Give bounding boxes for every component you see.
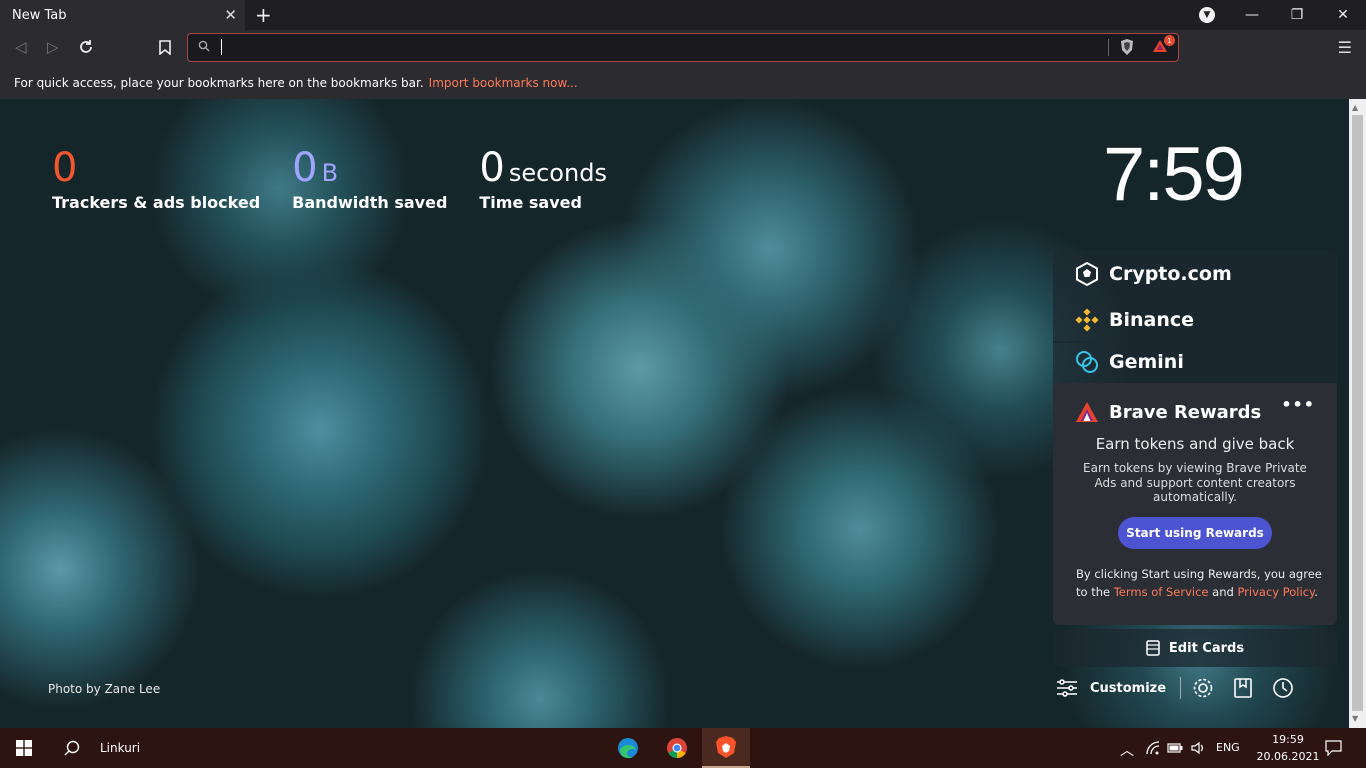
volume-icon[interactable] [1190,740,1206,756]
tab-new-tab[interactable]: New Tab ✕ [0,0,245,30]
language-indicator[interactable]: ENG [1216,741,1240,754]
stat-unit: seconds [508,159,607,187]
stat-unit: B [321,159,339,187]
tab-title: New Tab [12,7,67,23]
edit-cards-icon [1146,640,1160,656]
browser-toolbar: ◁ ▷ 1 ☰ [0,30,1366,66]
edge-icon [618,738,638,759]
text-caret [221,39,222,55]
menu-icon[interactable]: ☰ [1338,38,1352,57]
maximize-button[interactable]: ❐ [1274,0,1320,30]
battery-icon[interactable] [1167,741,1183,754]
brave-shields-icon[interactable] [1119,38,1135,56]
minimize-button[interactable]: — [1229,0,1275,30]
reload-icon[interactable] [78,39,94,55]
stat-label: Trackers & ads blocked [52,193,261,212]
new-tab-page: 0 Trackers & ads blocked 0B Bandwidth sa… [0,99,1349,728]
address-input[interactable] [220,37,1080,57]
search-icon [64,740,80,756]
windows-logo-icon [16,740,32,756]
wifi-icon[interactable] [1145,741,1161,755]
stat-value: 0 [52,145,78,191]
scroll-down-icon[interactable]: ▼ [1352,714,1358,723]
divider [1180,677,1182,699]
close-window-button[interactable]: ✕ [1320,0,1366,30]
edit-cards-button[interactable]: Edit Cards [1053,629,1337,667]
brave-rewards-card: Brave Rewards ••• Earn tokens and give b… [1053,383,1337,625]
taskbar-edge[interactable] [604,728,652,768]
taskbar-search-label: Linkuri [100,741,141,755]
edit-cards-label: Edit Cards [1168,640,1245,656]
bookmarks-bar: For quick access, place your bookmarks h… [0,66,1366,99]
divider [1108,39,1109,56]
forward-icon[interactable]: ▷ [47,38,59,56]
terms-of-service-link[interactable]: Terms of Service [1114,585,1209,599]
start-button[interactable] [0,728,48,768]
back-icon[interactable]: ◁ [15,38,27,56]
search-icon [198,40,210,52]
stat-label: Time saved [479,193,582,212]
rewards-title: Brave Rewards [1109,401,1262,423]
scroll-up-icon[interactable]: ▲ [1352,103,1358,112]
stat-time: 0 seconds Time saved [479,145,607,212]
address-bar[interactable]: 1 [187,33,1179,62]
stat-value: 0 [292,145,318,191]
windows-taskbar: Linkuri ︿ ENG 19:59 20.06.2021 [0,728,1366,768]
rewards-subtitle: Earn tokens and give back [1095,435,1295,453]
notifications-icon[interactable] [1325,740,1342,756]
gemini-widget[interactable]: Gemini [1053,341,1337,383]
taskbar-date[interactable]: 20.06.2021 [1253,750,1323,763]
settings-gear-icon[interactable] [1191,676,1215,700]
stats-panel: 0 Trackers & ads blocked 0B Bandwidth sa… [52,145,639,212]
gemini-icon [1076,351,1098,373]
crypto-com-widget[interactable]: Crypto.com [1053,251,1337,297]
start-using-rewards-button[interactable]: Start using Rewards [1118,517,1272,549]
binance-label: Binance [1109,309,1195,331]
brave-icon [716,736,736,758]
bottom-tools: Customize [1053,675,1343,701]
rewards-header: Brave Rewards [1075,401,1261,423]
terms-and: and [1208,585,1238,599]
stat-label: Bandwidth saved [292,193,448,212]
taskbar-brave[interactable] [702,728,750,768]
photo-credit[interactable]: Photo by Zane Lee [48,682,160,696]
customize-button[interactable]: Customize [1090,681,1166,696]
title-bar: New Tab ✕ + ▼ — ❐ ✕ [0,0,1366,30]
stat-value: 0 [479,145,505,191]
brave-rewards-logo-icon [1076,402,1098,422]
rewards-badge: 1 [1164,35,1175,46]
clock: 7:59 [1103,132,1245,217]
bookmarks-message: For quick access, place your bookmarks h… [14,75,424,90]
stat-bandwidth: 0B Bandwidth saved [292,145,447,212]
tray-chevron-icon[interactable]: ︿ [1120,740,1134,760]
stat-trackers: 0 Trackers & ads blocked [52,145,260,212]
gemini-label: Gemini [1109,351,1184,373]
rewards-description: Earn tokens by viewing Brave Private Ads… [1083,461,1307,504]
rewards-terms: By clicking Start using Rewards, you agr… [1076,565,1322,601]
bookmarks-icon[interactable] [1231,676,1255,700]
chrome-icon [667,738,687,759]
taskbar-time[interactable]: 19:59 [1258,733,1318,746]
import-bookmarks-link[interactable]: Import bookmarks now... [429,76,578,90]
tab-close-icon[interactable]: ✕ [224,6,237,24]
new-tab-button[interactable]: + [255,3,272,27]
tab-search-icon[interactable]: ▼ [1199,7,1215,23]
scrollbar-thumb[interactable] [1352,115,1363,711]
customize-icon[interactable] [1056,678,1078,698]
binance-widget[interactable]: Binance [1053,297,1337,343]
privacy-policy-link[interactable]: Privacy Policy [1237,585,1314,599]
more-options-icon[interactable]: ••• [1281,395,1315,414]
crypto-com-icon [1076,262,1098,286]
crypto-com-label: Crypto.com [1109,263,1232,285]
terms-suffix: . [1314,585,1318,599]
bookmark-icon[interactable] [159,40,171,55]
binance-icon [1075,308,1099,332]
history-icon[interactable] [1271,676,1295,700]
taskbar-search[interactable]: Linkuri [48,728,248,768]
taskbar-chrome[interactable] [653,728,701,768]
